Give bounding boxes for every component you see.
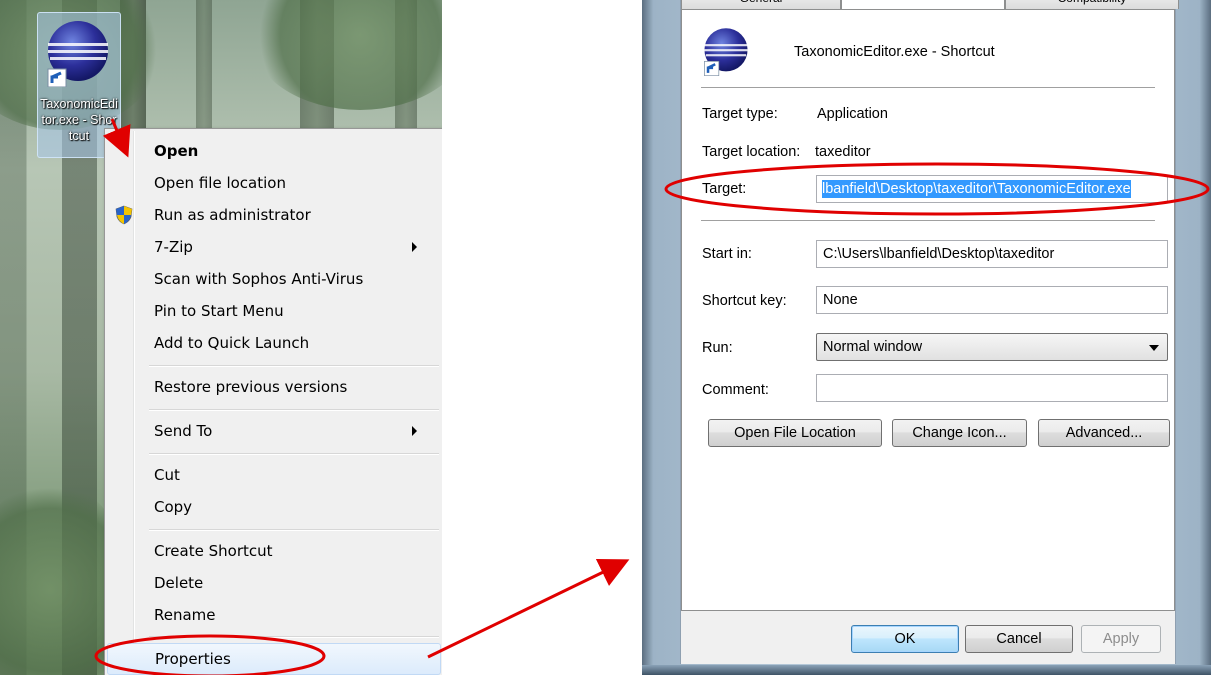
menu-separator — [149, 453, 439, 455]
dialog-client-area: General Compatibility TaxonomicEditor.ex… — [680, 0, 1179, 664]
menu-separator — [149, 529, 439, 531]
target-label: Target: — [702, 181, 747, 197]
desktop-screenshot: TaxonomicEditor.exe - Shortcut Open Open… — [0, 0, 442, 675]
target-type-label: Target type: — [702, 106, 778, 122]
foliage — [250, 0, 442, 110]
menu-separator — [149, 636, 439, 638]
comment-input[interactable] — [816, 374, 1168, 402]
start-in-input[interactable]: C:\Users\lbanfield\Desktop\taxeditor — [816, 240, 1168, 268]
run-select[interactable]: Normal window — [816, 333, 1168, 361]
properties-dialog: General Compatibility TaxonomicEditor.ex… — [642, 0, 1211, 675]
ok-button[interactable]: OK — [851, 625, 959, 653]
divider — [701, 87, 1155, 89]
menu-item-cut[interactable]: Cut — [107, 461, 441, 489]
uac-shield-icon — [115, 205, 133, 225]
divider — [701, 220, 1155, 222]
apply-button[interactable]: Apply — [1081, 625, 1161, 653]
tab-compatibility[interactable]: Compatibility — [1005, 0, 1179, 9]
target-location-label: Target location: — [702, 144, 801, 160]
menu-item-restore-previous-versions[interactable]: Restore previous versions — [107, 373, 441, 401]
menu-item-add-to-quick-launch[interactable]: Add to Quick Launch — [107, 329, 441, 357]
annotation-arrow — [427, 558, 630, 659]
start-in-label: Start in: — [702, 246, 752, 262]
chevron-down-icon — [1149, 345, 1159, 351]
menu-item-properties[interactable]: Properties — [107, 643, 441, 675]
shortcut-key-input[interactable]: None — [816, 286, 1168, 314]
advanced-button[interactable]: Advanced... — [1038, 419, 1170, 447]
target-location-value: taxeditor — [815, 144, 871, 160]
menu-item-copy[interactable]: Copy — [107, 493, 441, 521]
menu-item-open-file-location[interactable]: Open file location — [107, 169, 441, 197]
run-label: Run: — [702, 340, 733, 356]
menu-item-pin-to-start[interactable]: Pin to Start Menu — [107, 297, 441, 325]
menu-item-open[interactable]: Open — [107, 137, 441, 165]
shortcut-tab-page: TaxonomicEditor.exe - Shortcut Target ty… — [681, 9, 1175, 611]
menu-item-run-as-administrator[interactable]: Run as administrator — [107, 201, 441, 229]
comment-label: Comment: — [702, 382, 769, 398]
menu-item-create-shortcut[interactable]: Create Shortcut — [107, 537, 441, 565]
menu-separator — [149, 365, 439, 367]
menu-item-7zip[interactable]: 7-Zip — [107, 233, 441, 261]
target-type-value: Application — [817, 106, 888, 122]
app-globe-icon — [47, 21, 108, 87]
open-file-location-button[interactable]: Open File Location — [708, 419, 882, 447]
submenu-arrow-icon — [412, 242, 417, 252]
shortcut-key-label: Shortcut key: — [702, 293, 787, 309]
menu-item-delete[interactable]: Delete — [107, 569, 441, 597]
context-menu: Open Open file location Run as administr… — [104, 128, 442, 675]
app-globe-icon — [704, 28, 748, 76]
menu-separator — [149, 409, 439, 411]
run-select-value: Normal window — [823, 339, 923, 355]
menu-item-scan-sophos[interactable]: Scan with Sophos Anti-Virus — [107, 265, 441, 293]
submenu-arrow-icon — [412, 426, 417, 436]
target-input[interactable]: lbanfield\Desktop\taxeditor\TaxonomicEdi… — [816, 175, 1168, 203]
menu-item-send-to[interactable]: Send To — [107, 417, 441, 445]
menu-item-rename[interactable]: Rename — [107, 601, 441, 629]
tab-general[interactable]: General — [681, 0, 841, 9]
change-icon-button[interactable]: Change Icon... — [892, 419, 1027, 447]
cancel-button[interactable]: Cancel — [965, 625, 1073, 653]
target-input-text: lbanfield\Desktop\taxeditor\TaxonomicEdi… — [822, 180, 1131, 198]
window-frame-bottom — [642, 665, 1211, 675]
shortcut-title: TaxonomicEditor.exe - Shortcut — [794, 44, 995, 60]
